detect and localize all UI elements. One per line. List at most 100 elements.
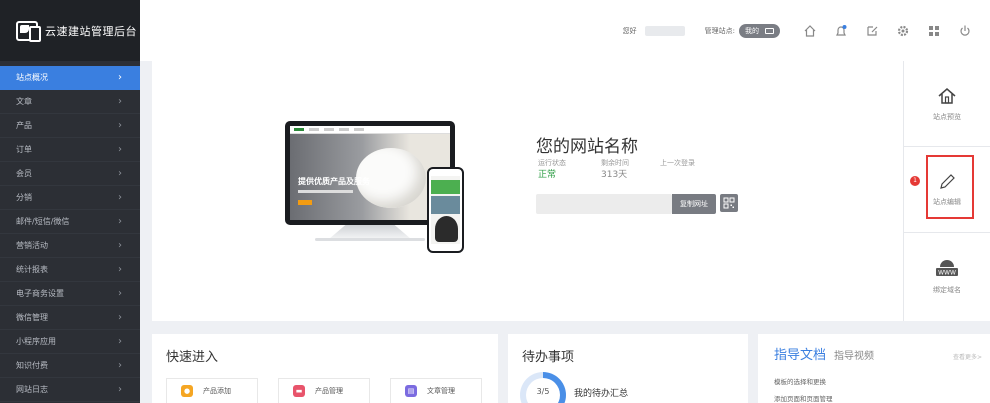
sidebar-item-articles[interactable]: 文章 ›	[0, 90, 140, 114]
sidebar-item-label: 分销	[16, 193, 32, 202]
sidebar-item-label: 网站日志	[16, 385, 48, 394]
bind-domain-action[interactable]: WWW 绑定域名	[904, 233, 990, 319]
tab-guide-docs[interactable]: 指导文档	[774, 344, 826, 363]
sidebar-item-label: 营销活动	[16, 241, 48, 250]
chevron-right-icon: ›	[118, 96, 122, 107]
edit-icon[interactable]	[859, 18, 885, 44]
copy-url-button[interactable]: 复制网址	[672, 194, 716, 214]
todo-progress-ring: 3/5	[520, 372, 566, 403]
brand-title: 云速建站管理后台	[45, 24, 137, 38]
chevron-right-icon: ›	[118, 312, 122, 323]
qr-code-button[interactable]	[720, 194, 738, 212]
svg-text:WWW: WWW	[938, 270, 956, 277]
sidebar-item-label: 邮件/短信/微信	[16, 217, 70, 226]
quick-access-title: 快速进入	[166, 350, 219, 365]
todo-title: 待办事项	[522, 350, 575, 365]
sidebar-item-members[interactable]: 会员 ›	[0, 162, 140, 186]
sidebar-item-label: 统计报表	[16, 265, 48, 274]
sidebar-item-label: 微信管理	[16, 313, 48, 322]
sidebar-item-label: 文章	[16, 97, 32, 106]
sidebar-item-label: 知识付费	[16, 361, 48, 370]
guide-link[interactable]: 模板的选择和更换	[774, 376, 826, 386]
site-url-field[interactable]	[536, 194, 672, 214]
home-icon[interactable]	[797, 18, 823, 44]
sidebar-item-label: 小程序应用	[16, 337, 56, 346]
sidebar-item-label: 订单	[16, 145, 32, 154]
sidebar-item-overview[interactable]: 站点概况 ›	[0, 66, 140, 90]
chevron-right-icon: ›	[118, 336, 122, 347]
sidebar-item-orders[interactable]: 订单 ›	[0, 138, 140, 162]
todo-summary[interactable]: 我的待办汇总	[574, 386, 628, 399]
highlight-box	[926, 155, 974, 219]
home-icon	[938, 87, 956, 104]
greeting-text: 您好	[622, 26, 637, 35]
user-name-redacted	[644, 25, 685, 36]
last-login-label: 上一次登录	[660, 159, 695, 167]
chevron-right-icon: ›	[118, 168, 122, 179]
quick-access-card: 快速进入 ● 产品添加 ▬ 产品管理 ▤ 文章管理	[152, 334, 498, 403]
chevron-right-icon: ›	[118, 384, 122, 395]
top-header: 您好 管理站点: 我的	[140, 0, 990, 61]
apps-icon[interactable]	[921, 18, 947, 44]
manage-site-label: 管理站点:	[704, 26, 735, 35]
chevron-right-icon: ›	[118, 264, 122, 275]
chevron-right-icon: ›	[118, 72, 122, 83]
sidebar-item-miniapp[interactable]: 小程序应用 ›	[0, 330, 140, 354]
guide-link[interactable]: 添加页面和页面管理	[774, 393, 833, 403]
quick-manage-product[interactable]: ▬ 产品管理	[278, 378, 370, 403]
sidebar-item-reports[interactable]: 统计报表 ›	[0, 258, 140, 282]
chevron-right-icon: ›	[118, 120, 122, 131]
quick-item-label: 产品管理	[315, 387, 343, 395]
chevron-right-icon: ›	[118, 192, 122, 203]
brand-logo-icon	[16, 20, 41, 42]
quick-add-product[interactable]: ● 产品添加	[166, 378, 258, 403]
step-badge: 1	[910, 176, 920, 186]
sidebar-item-marketing[interactable]: 营销活动 ›	[0, 234, 140, 258]
sidebar-item-distribution[interactable]: 分销 ›	[0, 186, 140, 210]
remaining-time-value: 313天	[601, 170, 628, 180]
sidebar-nav: 站点概况 › 文章 › 产品 › 订单 › 会员 › 分销 › 邮件/短信/微信 › 营销活动…	[0, 66, 140, 402]
sidebar-item-products[interactable]: 产品 ›	[0, 114, 140, 138]
sidebar-item-wechat[interactable]: 微信管理 ›	[0, 306, 140, 330]
mockup-headline: 提供优质产品及服务	[298, 176, 370, 186]
brand-header[interactable]: 云速建站管理后台	[0, 0, 140, 61]
site-preview-action[interactable]: 站点预览	[904, 61, 990, 147]
chevron-right-icon: ›	[118, 360, 122, 371]
tab-guide-videos[interactable]: 指导视频	[834, 347, 874, 362]
quick-manage-article[interactable]: ▤ 文章管理	[390, 378, 482, 403]
sidebar-item-messaging[interactable]: 邮件/短信/微信 ›	[0, 210, 140, 234]
globe-www-icon: WWW	[936, 260, 958, 277]
guide-tabs: 指导文档 指导视频	[774, 344, 874, 363]
todo-progress-text: 3/5	[536, 387, 550, 396]
power-icon[interactable]	[952, 18, 978, 44]
sidebar-item-logs[interactable]: 网站日志 ›	[0, 378, 140, 402]
gear-icon[interactable]	[890, 18, 916, 44]
sidebar-item-ecommerce[interactable]: 电子商务设置 ›	[0, 282, 140, 306]
guide-card: 指导文档 指导视频 查看更多> 模板的选择和更换 添加页面和页面管理	[758, 334, 990, 403]
qr-code-icon	[723, 197, 735, 209]
sidebar: 云速建站管理后台 站点概况 › 文章 › 产品 › 订单 › 会员 › 分销 › 邮件/短信…	[0, 0, 140, 403]
sidebar-item-paid-knowledge[interactable]: 知识付费 ›	[0, 354, 140, 378]
chevron-right-icon: ›	[118, 216, 122, 227]
site-actions-panel: 站点预览 1 站点编辑 WWW 绑定域名	[903, 61, 990, 321]
chevron-right-icon: ›	[118, 144, 122, 155]
site-selector[interactable]: 我的	[739, 23, 780, 38]
site-selector-label: 我的	[745, 26, 759, 35]
todo-card: 待办事项 3/5 我的待办汇总	[508, 334, 748, 403]
site-edit-action[interactable]: 1 站点编辑	[904, 147, 990, 233]
site-overview-panel	[152, 61, 903, 321]
sidebar-item-label: 产品	[16, 121, 32, 130]
product-manage-icon: ▬	[293, 385, 305, 397]
product-add-icon: ●	[181, 385, 193, 397]
sidebar-item-label: 会员	[16, 169, 32, 178]
phone-mockup	[427, 167, 464, 253]
site-name: 您的网站名称	[536, 137, 638, 157]
site-preview-label: 站点预览	[933, 112, 961, 121]
chevron-right-icon: ›	[118, 240, 122, 251]
monitor-icon	[765, 27, 774, 34]
quick-item-label: 文章管理	[427, 387, 455, 395]
article-manage-icon: ▤	[405, 385, 417, 397]
view-more-link[interactable]: 查看更多>	[953, 352, 982, 361]
chevron-right-icon: ›	[118, 288, 122, 299]
notification-icon[interactable]	[828, 18, 854, 44]
